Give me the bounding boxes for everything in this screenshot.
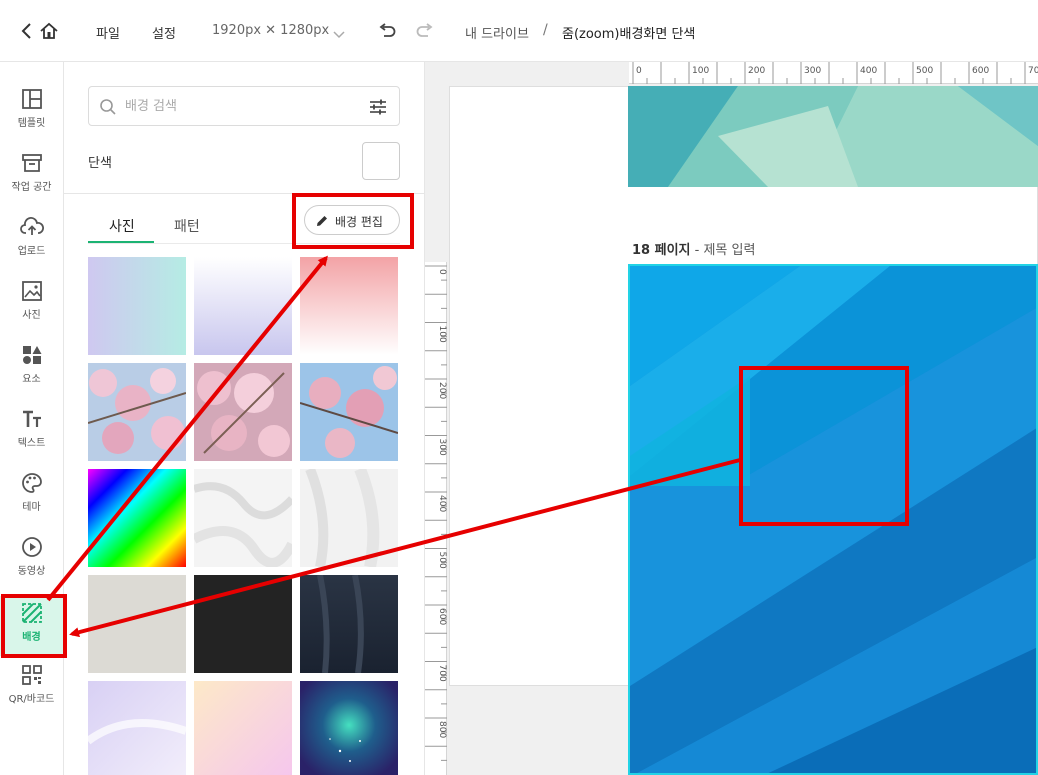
file-menu[interactable]: 파일: [96, 23, 120, 42]
top-toolbar: 파일 설정 1920px ✕ 1280px 내 드라이브 / 줌(zoom)배경…: [0, 0, 1038, 62]
annotation-box-background-nav: [1, 594, 67, 658]
sidebar-item-label: 요소: [22, 374, 41, 385]
sidebar-item-workspace[interactable]: 작업 공간: [0, 152, 63, 212]
ruler-label: 700: [1028, 66, 1038, 76]
ruler-label: 0: [636, 66, 642, 76]
ruler-label: 100: [437, 326, 447, 343]
settings-menu[interactable]: 설정: [152, 23, 176, 42]
workspace-icon: [21, 154, 42, 172]
document-title[interactable]: 줌(zoom)배경화면 단색: [562, 23, 695, 42]
canvas-area: 0 100 200 300 400 500 600 700 18 페이지 - 제목 입력 0 1…: [425, 62, 1038, 775]
home-icon[interactable]: [39, 22, 59, 44]
sidebar-item-upload[interactable]: 업로드: [0, 216, 63, 276]
ruler-label: 600: [972, 66, 989, 76]
annotation-box-edit-button: [292, 193, 414, 249]
template-icon: [21, 89, 42, 109]
ruler-label: 400: [437, 495, 447, 512]
tab-active-indicator: [88, 241, 154, 243]
sidebar-item-label: 템플릿: [17, 118, 46, 129]
back-icon[interactable]: [20, 22, 34, 44]
page-number: 18 페이지: [632, 243, 691, 258]
ruler-vertical: 0 100 200 300 400 500 600 700 800: [425, 262, 447, 775]
ruler-label: 0: [437, 269, 447, 275]
sidebar-item-video[interactable]: 동영상: [0, 536, 63, 596]
sidebar-item-theme[interactable]: 테마: [0, 472, 63, 532]
background-thumbnail[interactable]: [300, 575, 398, 673]
background-panel: 단색 사진 패턴 배경 편집: [64, 62, 425, 775]
ruler-label: 200: [437, 382, 447, 399]
ruler-label: 800: [437, 721, 447, 738]
left-sidebar: 템플릿 작업 공간 업로드 사진 요소 텍스트 테마 동영상 배경 QR/바코드: [0, 62, 64, 775]
video-icon: [21, 537, 42, 557]
ruler-vertical-scale: 0 100 200 300 400 500 600 700 800: [425, 265, 447, 761]
ruler-label: 300: [437, 439, 447, 456]
background-thumbnail[interactable]: [300, 681, 398, 775]
ruler-horizontal: 0 100 200 300 400 500 600 700: [629, 62, 1038, 84]
search-box: [88, 86, 400, 126]
background-thumbnail[interactable]: [88, 469, 186, 567]
background-thumbnail[interactable]: [300, 469, 398, 567]
qr-icon: [21, 665, 42, 685]
background-thumbnail[interactable]: [88, 681, 186, 775]
breadcrumb-my-drive[interactable]: 내 드라이브: [465, 23, 529, 42]
ruler-horizontal-scale: 0 100 200 300 400 500 600 700: [632, 62, 1038, 84]
solid-color-label: 단색: [88, 156, 112, 171]
ruler-label: 100: [692, 66, 709, 76]
page-label: 18 페이지 - 제목 입력: [632, 239, 755, 258]
chevron-down-icon[interactable]: [333, 25, 345, 44]
tab-photo[interactable]: 사진: [109, 216, 135, 236]
sidebar-item-label: 사진: [22, 310, 41, 321]
breadcrumb-separator: /: [543, 22, 548, 38]
photo-icon: [21, 281, 42, 301]
background-thumbnail[interactable]: [194, 575, 292, 673]
sidebar-item-text[interactable]: 텍스트: [0, 408, 63, 468]
ruler-label: 700: [437, 665, 447, 682]
background-thumbnail[interactable]: [194, 257, 292, 355]
elements-icon: [22, 346, 41, 364]
ruler-label: 500: [916, 66, 933, 76]
annotation-box-canvas-area: [739, 366, 909, 526]
sidebar-item-label: 동영상: [17, 566, 46, 577]
solid-color-swatch[interactable]: [362, 142, 400, 180]
ruler-label: 600: [437, 608, 447, 625]
ruler-label: 300: [804, 66, 821, 76]
background-thumbnail[interactable]: [194, 469, 292, 567]
redo-icon[interactable]: [416, 23, 434, 43]
previous-page-background[interactable]: [628, 86, 1038, 187]
background-thumbnail[interactable]: [194, 363, 292, 461]
sidebar-item-label: 테마: [22, 502, 41, 513]
undo-icon[interactable]: [378, 23, 396, 43]
ruler-label: 500: [437, 552, 447, 569]
text-icon: [22, 410, 41, 427]
background-thumbnail[interactable]: [88, 575, 186, 673]
palette-icon: [21, 473, 42, 493]
tab-pattern[interactable]: 패턴: [174, 216, 200, 236]
sidebar-item-qr[interactable]: QR/바코드: [0, 664, 63, 724]
filter-icon[interactable]: [369, 99, 387, 119]
background-thumbnail[interactable]: [300, 257, 398, 355]
sidebar-item-elements[interactable]: 요소: [0, 344, 63, 404]
sidebar-item-label: QR/바코드: [8, 694, 55, 705]
canvas-size-dropdown[interactable]: 1920px ✕ 1280px: [212, 23, 329, 38]
page-title-input[interactable]: - 제목 입력: [691, 243, 756, 258]
sidebar-item-label: 텍스트: [17, 438, 46, 449]
sidebar-item-photo[interactable]: 사진: [0, 280, 63, 340]
sidebar-item-label: 작업 공간: [11, 182, 52, 193]
ruler-label: 200: [748, 66, 765, 76]
background-thumbnail[interactable]: [88, 363, 186, 461]
background-thumbnail[interactable]: [300, 363, 398, 461]
background-thumbnail[interactable]: [88, 257, 186, 355]
background-thumbnail[interactable]: [194, 681, 292, 775]
search-icon: [99, 98, 117, 120]
ruler-label: 400: [860, 66, 877, 76]
sidebar-item-template[interactable]: 템플릿: [0, 88, 63, 148]
sidebar-item-label: 업로드: [17, 246, 46, 257]
upload-icon: [19, 217, 44, 235]
search-input[interactable]: [125, 95, 355, 117]
